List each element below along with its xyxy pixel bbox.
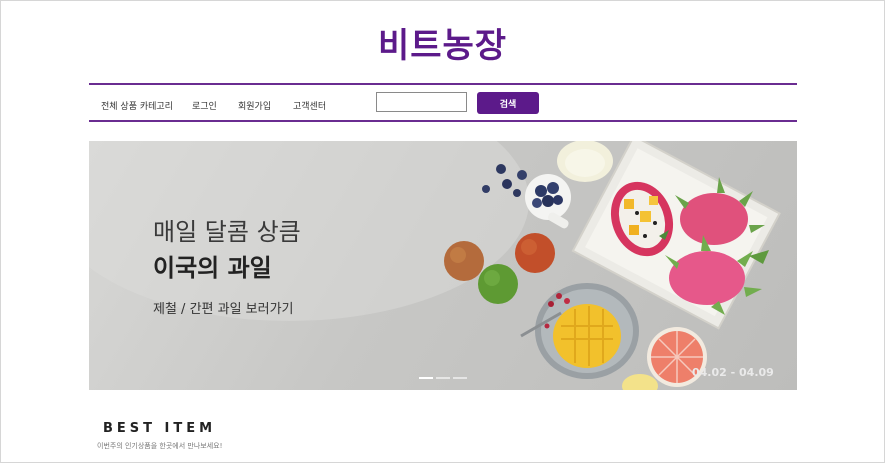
slide-indicator-1[interactable] xyxy=(419,377,433,379)
best-item-title: BEST ITEM xyxy=(103,421,217,436)
nav-top-divider xyxy=(89,83,797,85)
slide-indicator-3[interactable] xyxy=(453,377,467,379)
hero-banner[interactable]: 매일 달콤 상큼 이국의 과일 제철 / 간편 과일 보러가기 04.02 - … xyxy=(89,141,797,390)
nav-bottom-divider xyxy=(89,120,797,122)
banner-headline-2: 이국의 과일 xyxy=(153,254,272,282)
banner-headline-1: 매일 달콤 상큼 xyxy=(153,218,301,246)
slide-indicator-2[interactable] xyxy=(436,377,450,379)
nav-customer-center[interactable]: 고객센터 xyxy=(293,99,326,112)
nav-login[interactable]: 로그인 xyxy=(192,99,217,112)
nav-all-categories[interactable]: 전체 상품 카테고리 xyxy=(101,99,173,112)
search-input[interactable] xyxy=(376,92,467,112)
search-button[interactable]: 검색 xyxy=(477,92,539,114)
site-logo[interactable]: 비트농장 xyxy=(0,18,885,67)
banner-date-range: 04.02 - 04.09 xyxy=(692,366,774,379)
best-item-subtitle: 이번주의 인기상품을 한곳에서 만나보세요! xyxy=(97,442,223,450)
banner-link[interactable]: 제철 / 간편 과일 보러가기 xyxy=(153,298,294,317)
nav-signup[interactable]: 회원가입 xyxy=(238,99,271,112)
